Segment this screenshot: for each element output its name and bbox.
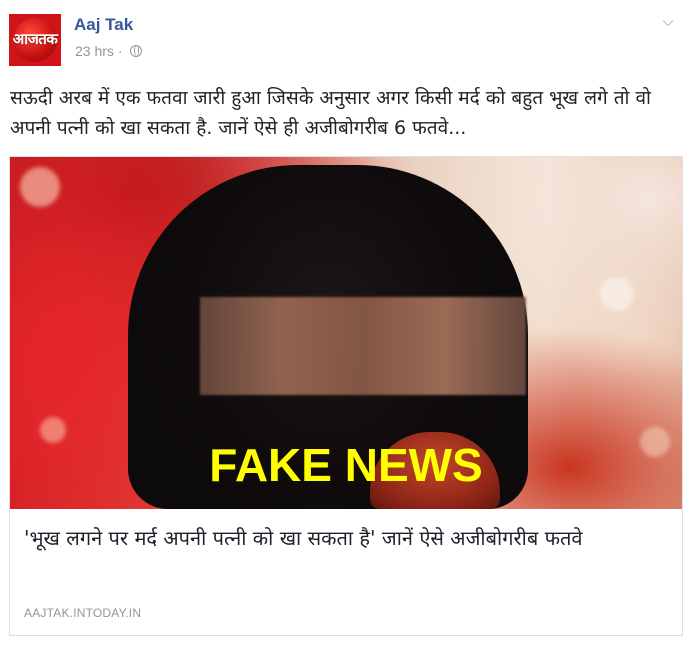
bokeh-light (600, 277, 634, 311)
link-preview-image[interactable]: FAKE NEWS (10, 157, 682, 509)
chevron-down-icon[interactable]: ⌵ (656, 10, 680, 34)
post-meta: 23 hrs · (75, 42, 142, 60)
page-name-link[interactable]: Aaj Tak (74, 14, 133, 36)
fake-news-overlay: FAKE NEWS (209, 439, 483, 491)
meta-separator: · (117, 43, 123, 59)
bokeh-light (20, 167, 60, 207)
link-domain: AAJTAK.INTODAY.IN (24, 606, 142, 620)
timestamp-link[interactable]: 23 hrs (75, 42, 114, 60)
avatar-logo-text: आजतक (12, 30, 58, 48)
link-preview-card[interactable]: FAKE NEWS 'भूख लगने पर मर्द अपनी पत्नी क… (9, 156, 683, 636)
face-blur-box (200, 297, 526, 395)
link-title[interactable]: 'भूख लगने पर मर्द अपनी पत्नी को खा सकता … (24, 523, 664, 553)
page-avatar[interactable]: आजतक (7, 12, 63, 68)
post-text: सऊदी अरब में एक फतवा जारी हुआ जिसके अनुस… (10, 87, 651, 139)
facebook-post: आजतक Aaj Tak 23 hrs · ⌵ सऊदी अरब में एक … (0, 0, 692, 645)
globe-icon[interactable] (129, 45, 142, 57)
